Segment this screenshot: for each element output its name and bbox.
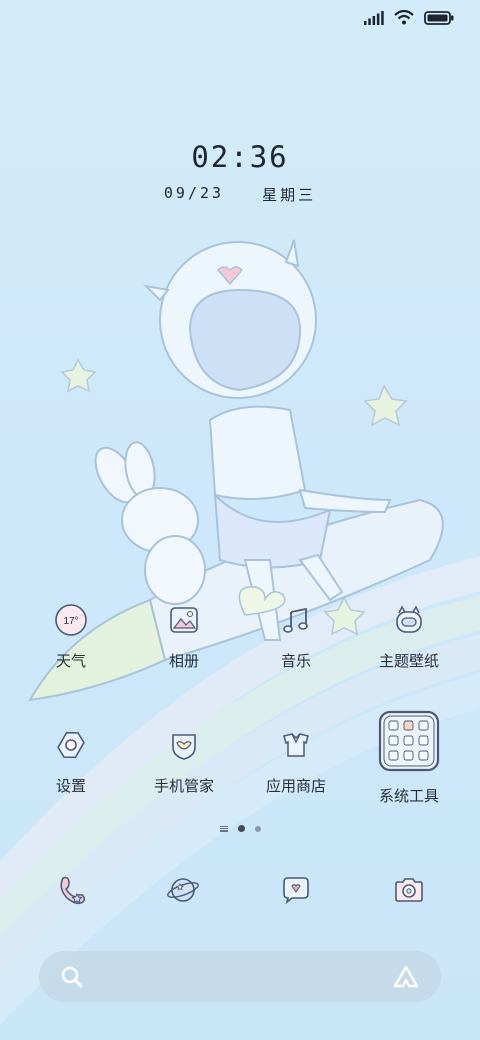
signal-icon bbox=[364, 10, 384, 25]
app-folder-tools[interactable]: 系统工具 bbox=[354, 710, 464, 806]
app-settings[interactable]: 设置 bbox=[16, 725, 126, 796]
clock-date: 09/23 bbox=[163, 184, 225, 202]
app-label: 天气 bbox=[55, 653, 86, 670]
search-icon[interactable] bbox=[61, 966, 83, 988]
gallery-icon bbox=[164, 600, 204, 640]
app-label: 应用商店 bbox=[265, 778, 326, 795]
app-label: 主题壁纸 bbox=[378, 653, 439, 670]
dock-messages[interactable] bbox=[278, 872, 314, 908]
clock-weekday: 星期三 bbox=[262, 186, 317, 204]
dock-phone[interactable] bbox=[53, 872, 89, 908]
camera-icon bbox=[395, 878, 423, 902]
app-themes[interactable]: 主题壁纸 bbox=[354, 600, 464, 671]
page-indicator[interactable] bbox=[0, 825, 480, 832]
clock-date-row: 09/23 星期三 bbox=[0, 184, 480, 205]
dock-camera[interactable] bbox=[391, 872, 427, 908]
app-store[interactable]: 应用商店 bbox=[241, 725, 351, 796]
page-indicator-list bbox=[219, 825, 228, 832]
phone-icon bbox=[60, 876, 86, 905]
messages-icon bbox=[283, 877, 309, 905]
app-label: 系统工具 bbox=[378, 788, 439, 805]
tools-folder-icon bbox=[378, 710, 440, 772]
app-gallery[interactable]: 相册 bbox=[129, 600, 239, 671]
weather-temperature: 17° bbox=[63, 616, 78, 627]
wifi-icon bbox=[394, 10, 414, 25]
app-label: 手机管家 bbox=[153, 778, 214, 795]
themes-icon bbox=[389, 600, 429, 640]
page-dot bbox=[254, 825, 261, 832]
settings-icon bbox=[51, 725, 91, 765]
app-security[interactable]: 手机管家 bbox=[129, 725, 239, 796]
assistant-icon[interactable] bbox=[393, 965, 419, 989]
clock-time[interactable]: 02:36 bbox=[0, 140, 480, 174]
status-bar bbox=[364, 10, 454, 25]
app-music[interactable]: 音乐 bbox=[241, 600, 351, 671]
app-label: 相册 bbox=[168, 653, 199, 670]
browser-icon bbox=[167, 878, 199, 902]
page-dot-active bbox=[237, 825, 245, 832]
weather-icon: 17° bbox=[51, 600, 91, 640]
app-store-icon bbox=[276, 725, 316, 765]
battery-icon bbox=[424, 10, 454, 25]
search-bar[interactable] bbox=[39, 951, 441, 1002]
app-label: 音乐 bbox=[280, 653, 311, 670]
music-icon bbox=[276, 600, 316, 640]
app-weather[interactable]: 17° 天气 bbox=[16, 600, 126, 671]
app-label: 设置 bbox=[55, 778, 86, 795]
dock-browser[interactable] bbox=[165, 872, 201, 908]
security-icon bbox=[164, 725, 204, 765]
